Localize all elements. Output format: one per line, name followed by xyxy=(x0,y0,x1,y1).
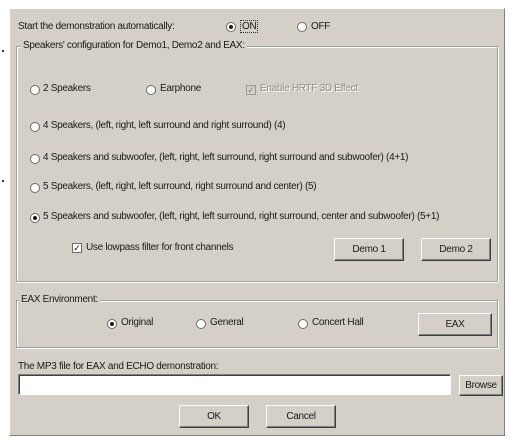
speakers-group-title: Speakers' configuration for Demo1, Demo2… xyxy=(21,40,247,51)
hrtf-checkbox: ✓ xyxy=(246,85,256,95)
autostart-off-label[interactable]: OFF xyxy=(311,21,330,32)
hrtf-label: Enable HRTF 3D Effect xyxy=(260,83,358,94)
eax-concert-hall-label[interactable]: Concert Hall xyxy=(312,317,364,328)
speaker-option-4-speakers-radio[interactable] xyxy=(30,122,40,132)
speaker-option-2-speakers-radio[interactable] xyxy=(30,85,40,95)
autostart-on-label[interactable]: ON xyxy=(240,20,259,33)
demo2-button[interactable]: Demo 2 xyxy=(421,238,491,261)
ok-button[interactable]: OK xyxy=(179,405,249,428)
cancel-button[interactable]: Cancel xyxy=(266,405,336,428)
speaker-option-4-speakers-label[interactable]: 4 Speakers, (left, right, left surround … xyxy=(43,120,286,131)
eax-original-label[interactable]: Original xyxy=(121,317,153,328)
mp3-file-label: The MP3 file for EAX and ECHO demonstrat… xyxy=(18,361,219,372)
demo1-button[interactable]: Demo 1 xyxy=(334,238,404,261)
speaker-option-5-plus-1-label[interactable]: 5 Speakers and subwoofer, (left, right, … xyxy=(43,211,439,222)
speaker-option-earphone-radio[interactable] xyxy=(146,85,156,95)
margin-mark xyxy=(2,180,4,182)
mp3-file-input[interactable] xyxy=(18,374,451,395)
eax-concert-hall-radio[interactable] xyxy=(298,319,308,329)
autostart-off-radio[interactable] xyxy=(297,22,307,32)
eax-general-radio[interactable] xyxy=(196,319,206,329)
speaker-option-2-speakers-label[interactable]: 2 Speakers xyxy=(43,83,91,94)
margin-mark xyxy=(2,50,4,52)
eax-button[interactable]: EAX xyxy=(418,313,492,336)
speaker-option-5-speakers-radio[interactable] xyxy=(30,183,40,193)
speaker-option-earphone-label[interactable]: Earphone xyxy=(160,83,201,94)
autostart-on-radio[interactable] xyxy=(226,22,236,32)
eax-general-label[interactable]: General xyxy=(210,317,244,328)
browse-button[interactable]: Browse xyxy=(459,375,503,396)
autostart-label: Start the demonstration automatically: xyxy=(18,21,175,32)
lowpass-checkbox[interactable]: ✓ xyxy=(72,243,82,253)
speaker-option-5-plus-1-radio[interactable] xyxy=(30,213,40,223)
speaker-option-5-speakers-label[interactable]: 5 Speakers, (left, right, left surround,… xyxy=(43,181,317,192)
eax-group-title: EAX Environment: xyxy=(19,294,100,305)
speaker-option-4-plus-1-radio[interactable] xyxy=(30,154,40,164)
speaker-option-4-plus-1-label[interactable]: 4 Speakers and subwoofer, (left, right, … xyxy=(43,152,408,163)
lowpass-label[interactable]: Use lowpass filter for front channels xyxy=(86,242,234,253)
speaker-config-dialog: Start the demonstration automatically: O… xyxy=(9,8,505,436)
eax-original-radio[interactable] xyxy=(107,319,117,329)
